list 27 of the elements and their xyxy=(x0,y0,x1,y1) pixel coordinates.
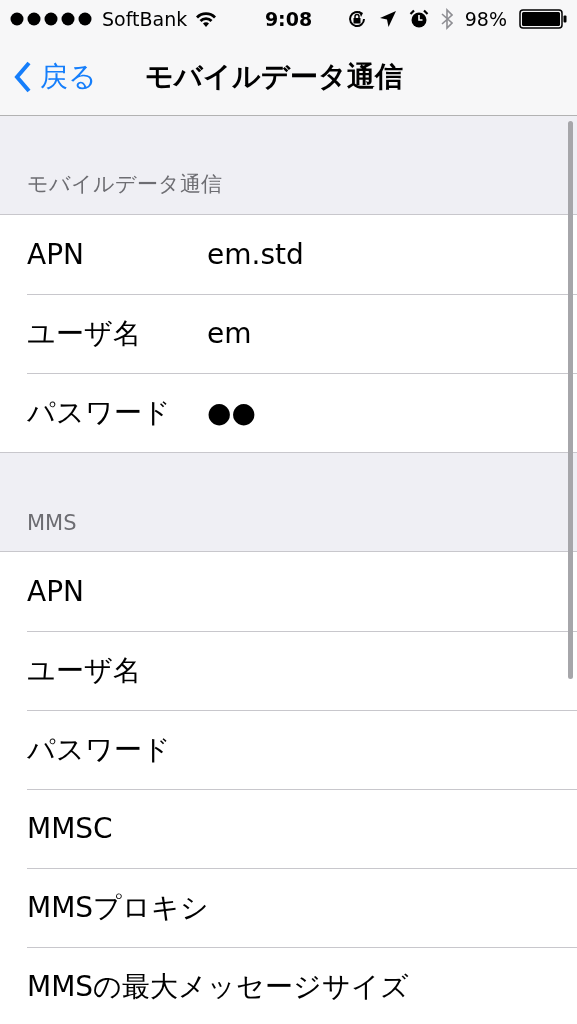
carrier-name: SoftBank xyxy=(102,8,188,30)
field-label: MMSプロキシ xyxy=(27,889,210,926)
battery-percentage: 98% xyxy=(464,8,507,30)
back-button[interactable]: 戻る xyxy=(0,56,103,97)
field-label: APN xyxy=(27,575,85,608)
alarm-clock-icon xyxy=(408,9,429,29)
battery-icon xyxy=(519,9,567,29)
status-time: 9:08 xyxy=(264,8,313,30)
field-label: ユーザ名 xyxy=(27,652,142,689)
text-field-value[interactable]: em xyxy=(207,317,252,350)
field-label: MMSの最大メッセージサイズ xyxy=(27,968,410,1005)
section-header: MMS xyxy=(27,511,77,535)
chevron-left-icon xyxy=(14,60,32,93)
field-label: パスワード xyxy=(27,731,172,768)
signal-strength-icon xyxy=(10,12,94,26)
text-field-value[interactable]: ●● xyxy=(207,396,256,429)
wifi-icon xyxy=(195,11,218,27)
rotation-lock-icon xyxy=(346,9,367,29)
field-label: APN xyxy=(27,238,85,271)
location-arrow-icon xyxy=(378,10,397,28)
section-header: モバイルデータ通信 xyxy=(27,171,222,198)
field-label: パスワード xyxy=(27,394,172,431)
screen-title: モバイルデータ通信 xyxy=(145,58,403,95)
text-field-value[interactable]: em.std xyxy=(207,238,304,271)
field-label: ユーザ名 xyxy=(27,315,142,352)
field-label: MMSC xyxy=(27,812,114,845)
bluetooth-icon xyxy=(440,8,453,30)
